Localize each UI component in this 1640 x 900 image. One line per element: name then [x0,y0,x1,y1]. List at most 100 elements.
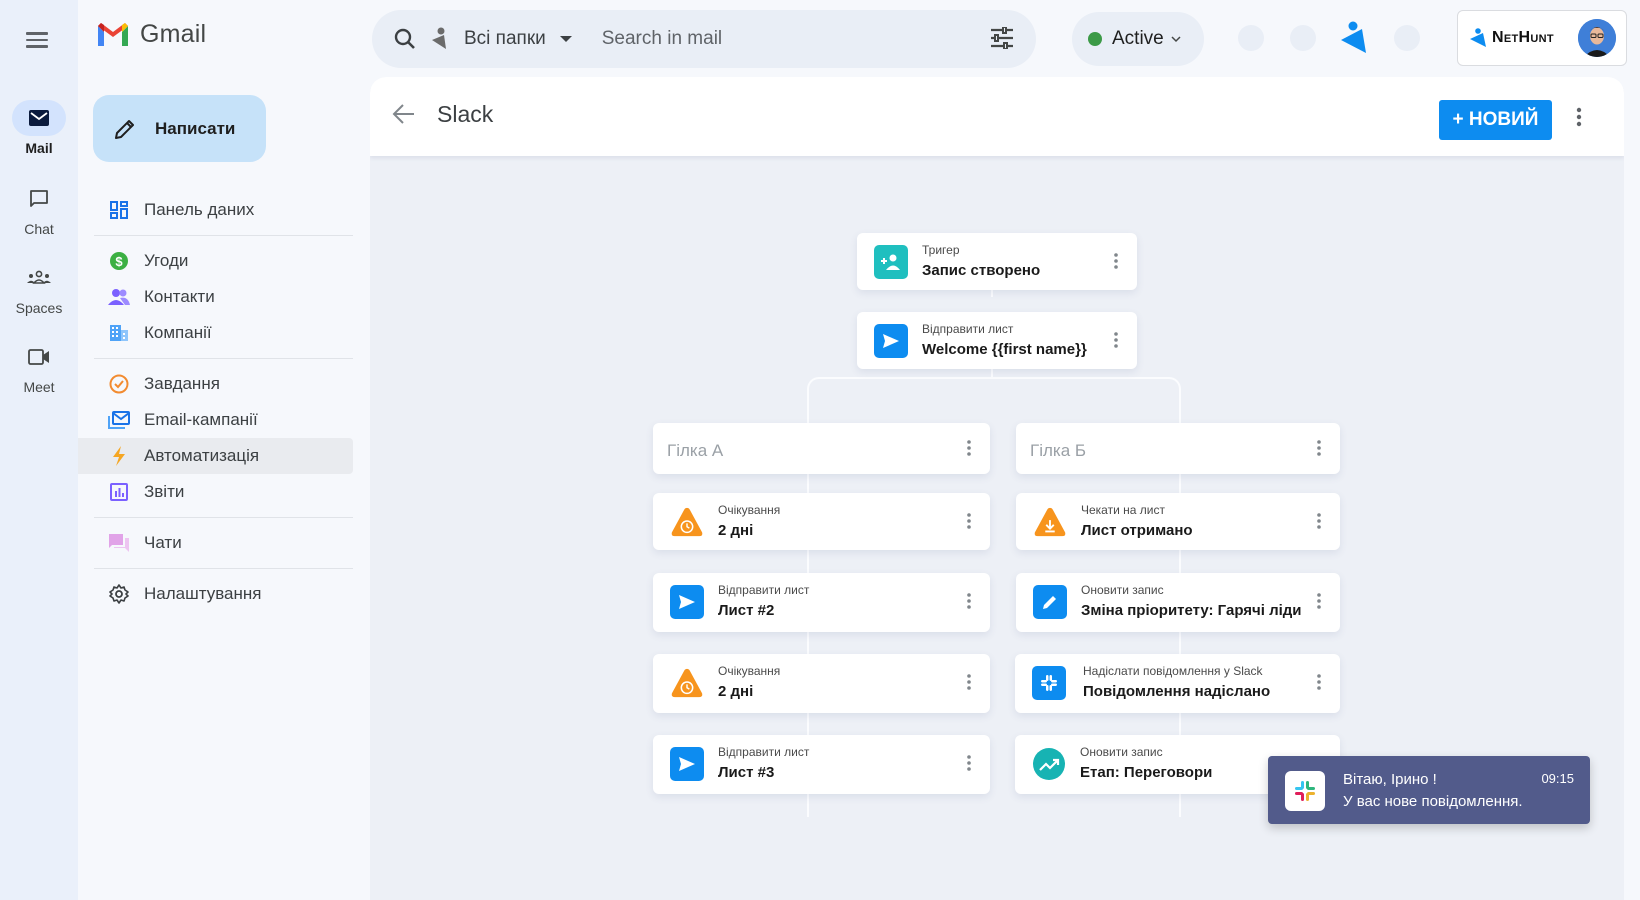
sidebar-item-automation[interactable]: Автоматизація [78,438,353,474]
sidebar-item-label: Чати [144,533,182,552]
automation-bolt-icon [108,445,130,467]
flow-step-send-email[interactable]: Відправити лист Лист #3 [653,735,990,794]
branch-a-header[interactable]: Гілка А [653,423,990,474]
branch-name: Гілка Б [1030,441,1087,460]
slack-notification-toast[interactable]: Вітаю, Ірино ! У вас нове повідомлення. … [1268,756,1590,824]
main-menu-button[interactable] [22,28,52,54]
sidebar-item-dashboard[interactable]: Панель даних [78,192,353,228]
send-icon [670,747,704,781]
flow-step-wait-email[interactable]: Чекати на лист Лист отримано [1016,493,1340,550]
sidebar-item-deals[interactable]: $ Угоди [78,243,353,279]
more-vert-icon[interactable] [1316,673,1322,691]
extension-placeholder-icon[interactable] [1290,25,1316,51]
new-automation-button[interactable]: + НОВИЙ [1439,100,1552,140]
status-dot [1088,32,1102,46]
sidebar-item-settings[interactable]: Налаштування [78,576,353,612]
nethunt-account-badge[interactable]: NetHunt [1457,10,1627,66]
sidebar-item-label: Угоди [144,251,189,270]
flow-step-trigger[interactable]: Тригер Запис створено [857,233,1137,290]
more-vert-icon[interactable] [1113,252,1119,270]
nethunt-logo-icon [1470,28,1486,47]
rail-item-spaces[interactable]: Spaces [0,260,78,316]
gmail-logo[interactable]: Gmail [96,20,206,49]
flow-step-wait[interactable]: Очікування 2 дні [653,654,990,713]
flow-step-send-welcome[interactable]: Відправити лист Welcome {{first name}} [857,312,1137,369]
avatar[interactable] [1578,19,1616,57]
search-icon[interactable] [394,28,416,50]
more-vert-icon[interactable] [1316,512,1322,530]
rail-item-mail[interactable]: Mail [0,100,78,156]
more-vert-icon[interactable] [1576,107,1582,127]
sidebar-item-label: Панель даних [144,200,255,219]
more-vert-icon[interactable] [1316,592,1322,610]
send-icon [670,585,704,619]
sidebar-item-chats[interactable]: Чати [78,525,353,561]
brand-name: NetHunt [1492,29,1554,46]
mail-icon [12,100,66,136]
rail-label: Chat [24,221,54,237]
toast-title: Вітаю, Ірино ! [1343,771,1437,788]
extension-placeholder-icon[interactable] [1394,25,1420,51]
add-person-icon [874,245,908,279]
back-arrow-icon[interactable] [392,103,416,125]
svg-text:$: $ [115,254,123,269]
more-vert-icon[interactable] [966,673,972,691]
sidebar-item-label: Контакти [144,287,215,306]
step-title: Лист отримано [1081,522,1193,539]
sidebar-item-label: Звіти [144,482,185,501]
gmail-m-icon [98,22,128,46]
sidebar-item-label: Автоматизація [144,446,260,465]
chat-icon [12,181,66,217]
search-options-icon[interactable] [990,27,1014,49]
nav-divider [94,568,353,569]
rail-label: Spaces [15,300,63,316]
reports-icon [108,481,130,503]
deals-dollar-icon: $ [108,250,130,272]
flow-step-slack-message[interactable]: Надіслати повідомлення у Slack Повідомле… [1015,654,1340,713]
more-vert-icon[interactable] [966,754,972,772]
nethunt-extension-icon[interactable] [1340,21,1368,60]
more-vert-icon[interactable] [966,512,972,530]
sidebar-item-email-campaigns[interactable]: Email-кампанії [78,402,353,438]
flow-step-update-record[interactable]: Оновити запис Зміна пріоритету: Гарячі л… [1016,573,1340,632]
companies-icon [108,322,130,344]
email-campaigns-icon [108,409,130,431]
tasks-check-icon [108,373,130,395]
send-icon [874,324,908,358]
more-vert-icon[interactable] [966,439,972,457]
caret-down-icon [559,36,572,42]
sidebar-item-label: Компанії [144,323,212,342]
sidebar-item-reports[interactable]: Звіти [78,474,353,510]
step-type: Оновити запис [1080,745,1163,759]
hamburger-icon [26,32,48,35]
toast-time: 09:15 [1541,771,1574,786]
more-vert-icon[interactable] [966,592,972,610]
app-rail: Mail Chat Spaces Meet [0,0,78,900]
folder-selector-label: Всі папки [464,28,546,49]
status-selector[interactable]: Active [1072,12,1204,66]
folder-selector[interactable]: Всі папки [464,28,572,50]
nethunt-folder-icon [432,27,446,49]
sidebar-item-companies[interactable]: Компанії [78,315,353,351]
flow-step-wait[interactable]: Очікування 2 дні [653,493,990,550]
extension-placeholder-icon[interactable] [1238,25,1264,51]
branch-name: Гілка А [667,441,724,460]
app-name: Gmail [140,20,207,48]
rail-item-meet[interactable]: Meet [0,339,78,395]
compose-button[interactable]: Написати [93,95,266,162]
wait-clock-icon [670,505,704,539]
more-vert-icon[interactable] [1113,331,1119,349]
slack-icon [1032,666,1066,700]
step-type: Тригер [922,243,960,257]
sidebar-item-contacts[interactable]: Контакти [78,279,353,315]
slack-logo-icon [1285,771,1325,811]
rail-label: Meet [23,379,55,395]
pencil-icon [115,119,134,139]
rail-item-chat[interactable]: Chat [0,181,78,237]
flow-step-send-email[interactable]: Відправити лист Лист #2 [653,573,990,632]
sidebar-item-tasks[interactable]: Завдання [78,366,353,402]
search-input[interactable] [601,28,962,50]
step-type: Відправити лист [718,745,810,759]
more-vert-icon[interactable] [1316,439,1322,457]
branch-b-header[interactable]: Гілка Б [1016,423,1340,474]
